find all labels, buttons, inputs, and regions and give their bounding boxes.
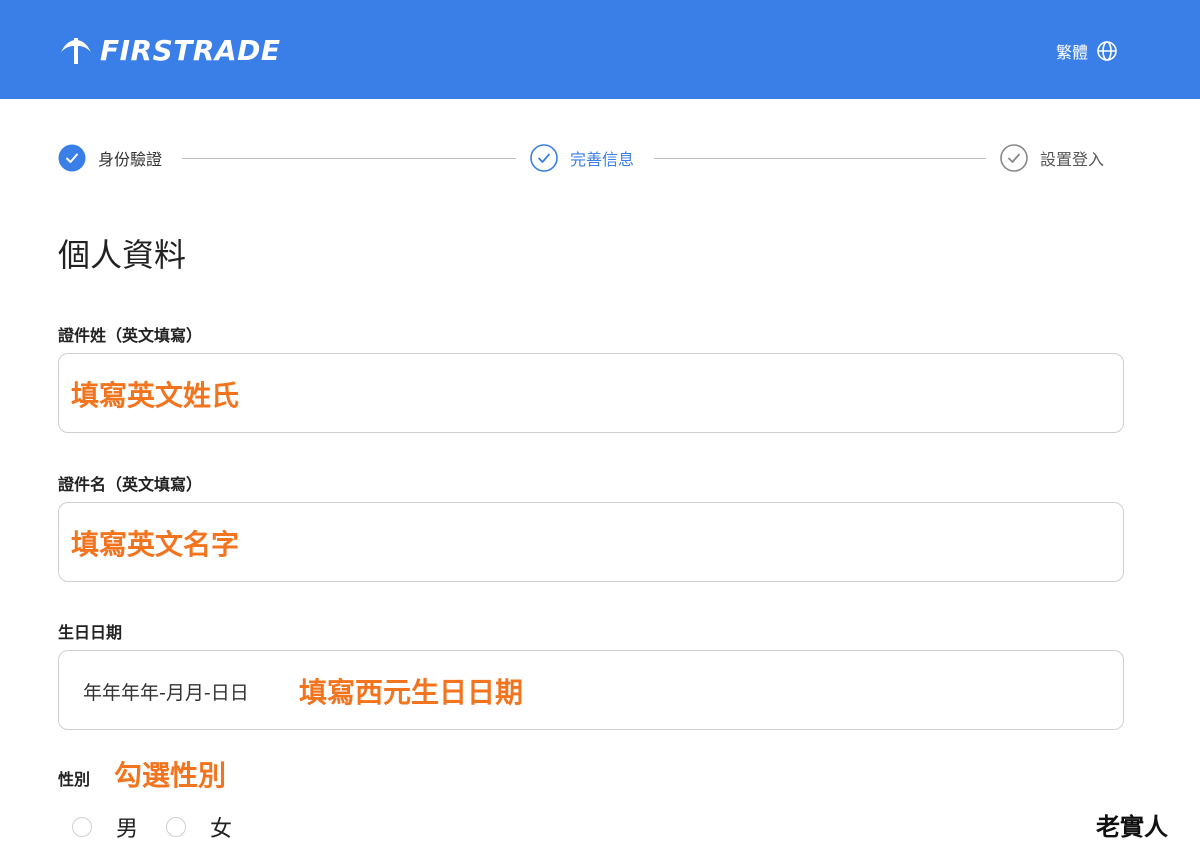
step-identity-verification: 身份驗證 [58,144,162,172]
birthday-field: 年年年年-月月-日日 填寫西元生日日期 [58,650,1127,731]
gender-annotation: 勾選性別 [114,759,227,792]
firstrade-logo-icon [61,38,91,64]
brand-name: FIRSTRADE [100,33,281,67]
first-name-label: 證件名（英文填寫） [58,475,203,494]
step-label: 身份驗證 [98,150,163,169]
step-label: 設置登入 [1040,150,1105,169]
check-circle-icon [530,144,558,172]
radio-label: 女 [210,817,233,842]
top-bar: FIRSTRADE 繁體 [0,0,1200,99]
last-name-field: 填寫英文姓氏 [58,353,1127,434]
step-setup-login: 設置登入 [1000,144,1104,172]
first-name-field: 填寫英文名字 [58,502,1127,583]
gender-option-female[interactable]: 女 [166,811,232,843]
language-label: 繁體 [1055,43,1088,62]
last-name-label: 證件姓（英文填寫） [58,326,203,345]
check-filled-icon [58,144,86,172]
step-label: 完善信息 [570,150,635,169]
radio-button[interactable] [72,817,92,837]
step-complete-info: 完善信息 [530,144,634,172]
gender-radio-group: 男 女 [72,812,260,842]
first-name-input[interactable] [59,503,1127,583]
last-name-input[interactable] [59,354,1127,434]
birthday-label: 生日日期 [58,623,123,642]
radio-label: 男 [116,817,139,842]
step-connector [654,158,986,159]
globe-icon [1097,41,1117,61]
check-circle-icon [1000,144,1028,172]
gender-option-male[interactable]: 男 [72,811,138,843]
radio-button[interactable] [166,817,187,837]
page-title: 個人資料 [58,236,187,274]
firstrade-logo[interactable]: FIRSTRADE [58,30,280,70]
gender-label: 性別 [58,770,91,789]
language-switcher[interactable]: 繁體 [1056,38,1118,64]
progress-steps: 身份驗證 完善信息 設置登入 [58,144,1118,174]
birthday-input[interactable] [59,651,1127,731]
step-connector [182,158,516,159]
watermark: 老實人 [1096,812,1168,841]
